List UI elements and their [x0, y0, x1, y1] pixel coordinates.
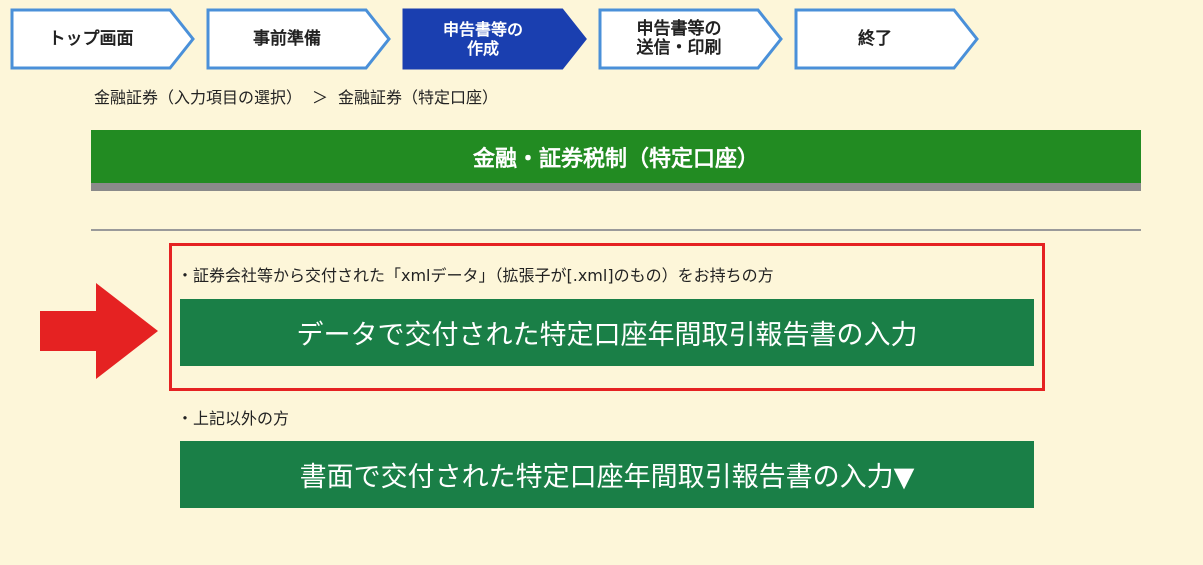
- breadcrumb-parent: 金融証券（入力項目の選択）: [94, 88, 303, 107]
- page-title: 金融・証券税制（特定口座）: [91, 130, 1141, 183]
- step-top[interactable]: トップ画面: [10, 8, 196, 70]
- other-note: ・上記以外の方: [177, 409, 290, 428]
- paper-report-input-button[interactable]: 書面で交付された特定口座年間取引報告書の入力▼: [180, 441, 1034, 508]
- right-arrow-icon: [40, 283, 158, 379]
- step-label: 終了: [858, 28, 892, 49]
- breadcrumb: 金融証券（入力項目の選択） ＞ 金融証券（特定口座）: [94, 84, 498, 108]
- step-label: トップ画面: [48, 28, 134, 49]
- step-finish[interactable]: 終了: [794, 8, 980, 70]
- step-label: 申告書等の 送信・印刷: [636, 19, 722, 58]
- breadcrumb-separator: ＞: [312, 88, 329, 107]
- divider: [91, 229, 1141, 231]
- breadcrumb-current: 金融証券（特定口座）: [338, 88, 499, 107]
- step-send-print[interactable]: 申告書等の 送信・印刷: [598, 8, 784, 70]
- step-create-return[interactable]: 申告書等の 作成: [402, 8, 588, 70]
- xml-note: ・証券会社等から交付された「xmlデータ」（拡張子が[.xml]のもの）をお持ち…: [177, 266, 774, 285]
- step-label: 申告書等の 作成: [442, 20, 523, 58]
- title-shadow: [91, 183, 1141, 191]
- step-label: 事前準備: [253, 28, 321, 49]
- step-preparation[interactable]: 事前準備: [206, 8, 392, 70]
- xml-data-input-button[interactable]: データで交付された特定口座年間取引報告書の入力: [180, 299, 1034, 366]
